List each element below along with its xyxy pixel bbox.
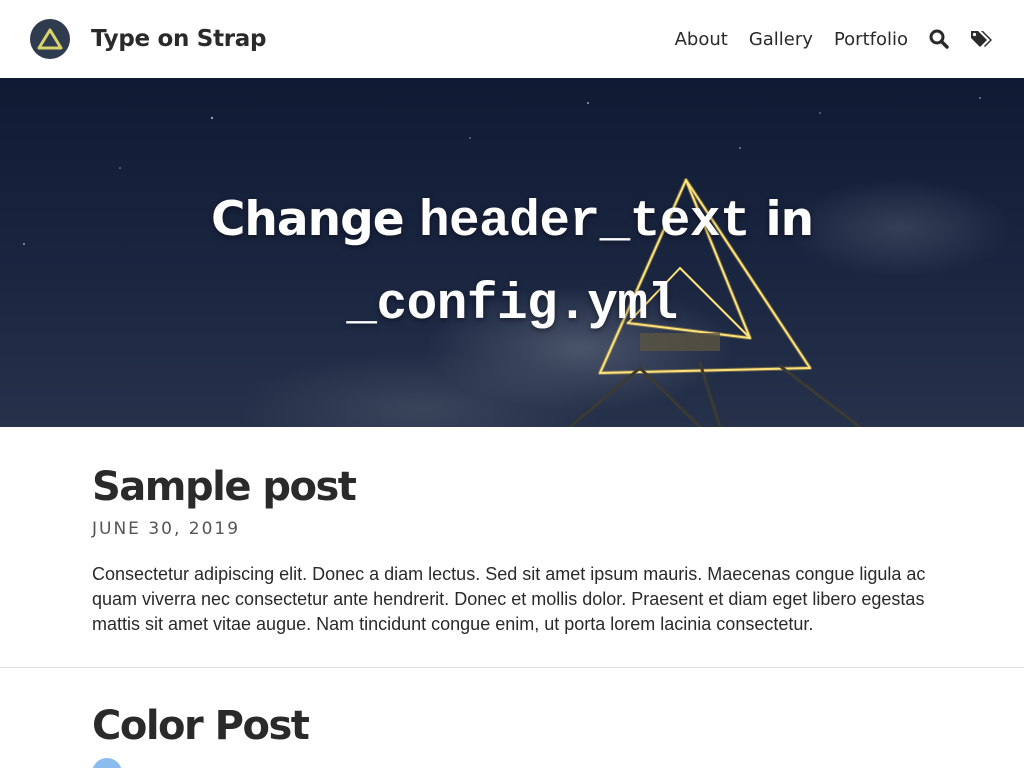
post-item: Sample post JUNE 30, 2019 Consectetur ad… <box>0 427 1024 637</box>
hero-title: Change header_text in _config.yml <box>0 78 1024 346</box>
color-post-dot <box>92 758 122 768</box>
nav-link-about[interactable]: About <box>675 29 728 50</box>
nav-link-gallery[interactable]: Gallery <box>749 29 813 50</box>
hero-title-text-1: Change <box>210 192 419 247</box>
post-list: Sample post JUNE 30, 2019 Consectetur ad… <box>0 427 1024 768</box>
site-brand-link[interactable]: Type on Strap <box>30 19 267 59</box>
tags-icon[interactable] <box>970 29 994 49</box>
hero-title-code-2: _config.yml <box>346 277 678 334</box>
post-title-link[interactable]: Sample post <box>92 463 932 511</box>
post-item: Color Post <box>0 668 1024 768</box>
hero-title-code-1: header_text <box>418 194 751 251</box>
search-icon[interactable] <box>929 29 949 49</box>
post-title-link[interactable]: Color Post <box>92 702 932 750</box>
nav-link-portfolio[interactable]: Portfolio <box>834 29 908 50</box>
top-navbar: Type on Strap About Gallery Portfolio <box>0 0 1024 78</box>
triangle-logo-icon <box>30 19 70 59</box>
main-nav: About Gallery Portfolio <box>654 29 994 50</box>
hero-title-text-2: in <box>750 192 814 247</box>
post-excerpt: Consectetur adipiscing elit. Donec a dia… <box>92 564 926 634</box>
site-title: Type on Strap <box>91 26 267 52</box>
post-date: JUNE 30, 2019 <box>92 519 241 539</box>
hero-banner: Change header_text in _config.yml <box>0 78 1024 427</box>
